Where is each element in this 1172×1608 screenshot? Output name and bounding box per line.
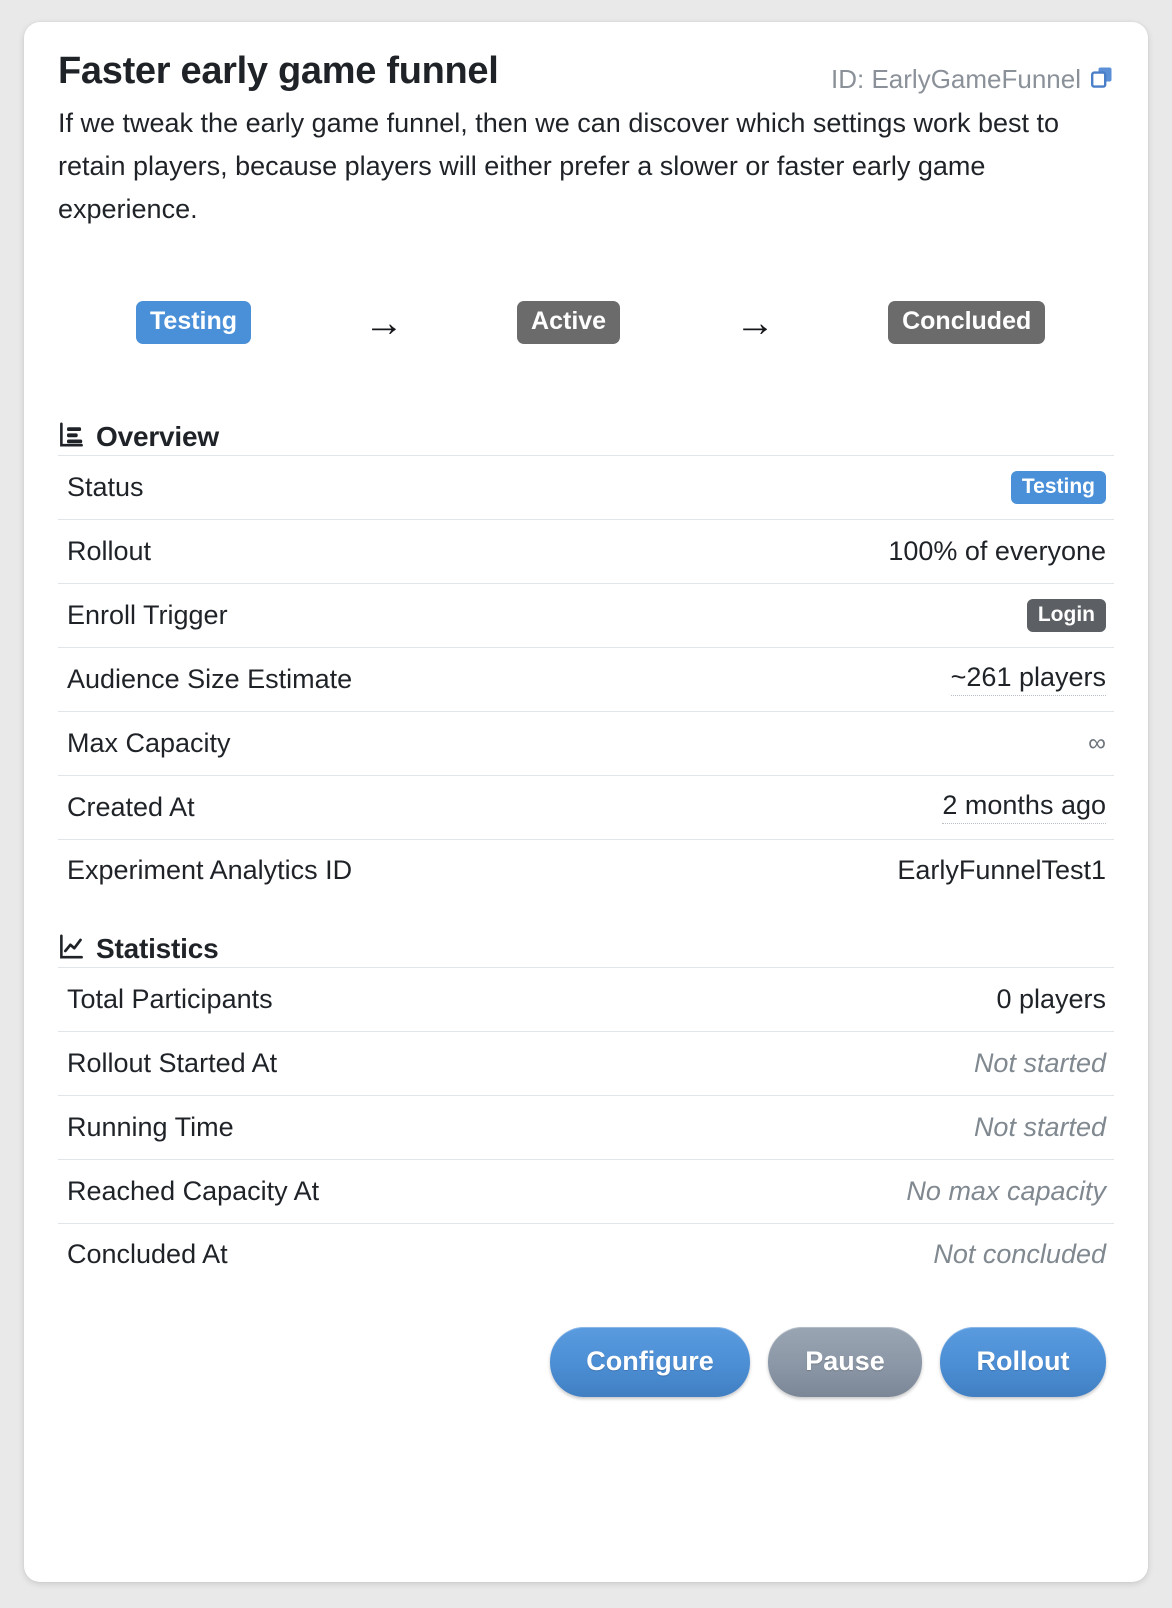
table-row: Concluded At Not concluded — [58, 1222, 1114, 1287]
row-value: No max capacity — [906, 1175, 1106, 1206]
table-row: Experiment Analytics ID EarlyFunnelTest1 — [58, 838, 1114, 903]
row-label: Running Time — [67, 1111, 234, 1142]
enroll-trigger-badge: Login — [1026, 598, 1106, 632]
row-value: Not concluded — [933, 1239, 1106, 1270]
experiment-description: If we tweak the early game funnel, then … — [58, 108, 1060, 225]
row-value: EarlyFunnelTest1 — [897, 855, 1106, 886]
row-label: Enroll Trigger — [67, 599, 228, 630]
status-badge: Testing — [1010, 470, 1106, 504]
table-row: Reached Capacity At No max capacity — [58, 1158, 1114, 1223]
configure-button[interactable]: Configure — [550, 1326, 750, 1397]
row-value: 2 months ago — [942, 790, 1106, 825]
row-value: ~261 players — [950, 662, 1106, 697]
table-row: Total Participants 0 players — [58, 966, 1114, 1031]
statistics-section-title: Statistics — [96, 932, 219, 964]
row-label: Experiment Analytics ID — [67, 855, 353, 886]
row-label: Rollout — [67, 535, 152, 566]
row-value: ∞ — [1088, 728, 1106, 757]
table-row: Max Capacity ∞ — [58, 710, 1114, 775]
experiment-card: Faster early game funnel ID: EarlyGameFu… — [24, 22, 1148, 1582]
card-actions: Configure Pause Rollout — [58, 1326, 1114, 1397]
row-value: 0 players — [996, 983, 1106, 1014]
row-value: Not started — [973, 1047, 1106, 1078]
rollout-button[interactable]: Rollout — [940, 1326, 1106, 1397]
row-value: Not started — [973, 1111, 1106, 1142]
flow-step-concluded: Concluded — [888, 301, 1046, 344]
row-label: Concluded At — [67, 1239, 228, 1270]
table-row: Enroll Trigger Login — [58, 582, 1114, 647]
table-row: Created At 2 months ago — [58, 774, 1114, 839]
page-title: Faster early game funnel — [58, 50, 499, 92]
card-header: Faster early game funnel ID: EarlyGameFu… — [58, 50, 1114, 95]
flow-arrow-icon-2: → — [735, 300, 776, 345]
row-label: Max Capacity — [67, 727, 231, 758]
flow-arrow-icon-1: → — [364, 300, 405, 345]
row-label: Created At — [67, 791, 195, 822]
row-label: Total Participants — [67, 983, 273, 1014]
overview-rows: Status Testing Rollout 100% of everyone … — [58, 454, 1114, 903]
row-value: 100% of everyone — [888, 535, 1106, 566]
experiment-id-label: ID: EarlyGameFunnel — [831, 64, 1081, 94]
status-flow: Testing → Active → Concluded — [58, 287, 1114, 359]
flow-step-active: Active — [517, 301, 621, 344]
flow-step-testing: Testing — [136, 301, 252, 344]
table-row: Rollout Started At Not started — [58, 1030, 1114, 1095]
pause-button[interactable]: Pause — [768, 1326, 922, 1397]
row-label: Reached Capacity At — [67, 1175, 320, 1206]
statistics-section-header: Statistics — [58, 933, 1114, 965]
copy-icon[interactable] — [1090, 65, 1114, 95]
table-row: Audience Size Estimate ~261 players — [58, 646, 1114, 711]
table-row: Rollout 100% of everyone — [58, 518, 1114, 583]
overview-section-title: Overview — [96, 420, 219, 452]
table-row: Running Time Not started — [58, 1094, 1114, 1159]
row-label: Status — [67, 471, 144, 502]
row-label: Audience Size Estimate — [67, 663, 353, 694]
row-label: Rollout Started At — [67, 1047, 278, 1078]
overview-section-header: Overview — [58, 421, 1114, 453]
table-row: Status Testing — [58, 454, 1114, 519]
statistics-rows: Total Participants 0 players Rollout Sta… — [58, 966, 1114, 1287]
page-background: Faster early game funnel ID: EarlyGameFu… — [0, 0, 1172, 1608]
experiment-id-block: ID: EarlyGameFunnel — [831, 50, 1114, 95]
bar-chart-icon — [58, 421, 85, 453]
line-chart-icon — [58, 933, 85, 965]
